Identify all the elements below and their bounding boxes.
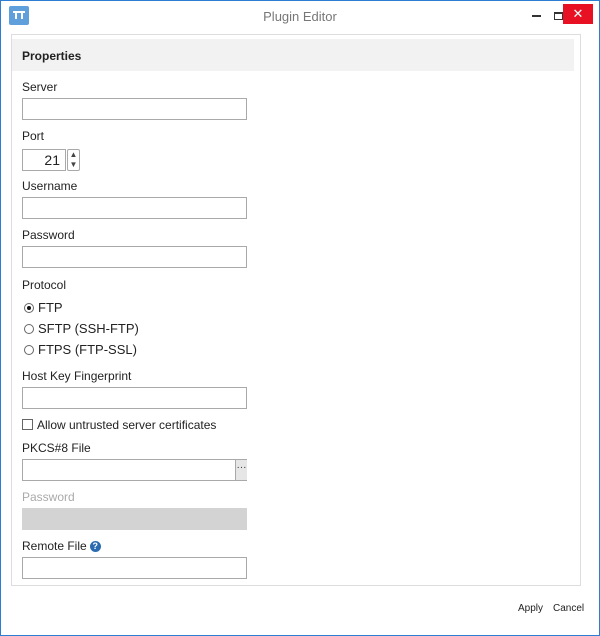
allow-untrusted-label: Allow untrusted server certificates bbox=[37, 418, 217, 432]
protocol-option-label: SFTP (SSH-FTP) bbox=[38, 321, 139, 336]
properties-panel: Properties Server Port 21 ▲ ▼ Username P… bbox=[11, 34, 581, 586]
host-key-label: Host Key Fingerprint bbox=[22, 369, 132, 383]
password-input[interactable] bbox=[22, 246, 247, 268]
radio-unchecked-icon[interactable] bbox=[24, 345, 34, 355]
protocol-label: Protocol bbox=[22, 278, 67, 292]
remote-file-label-row: Remote File? bbox=[22, 539, 101, 553]
pkcs8-label: PKCS#8 File bbox=[22, 441, 91, 455]
remote-file-label: Remote File bbox=[22, 539, 87, 553]
pkcs-password-label: Password bbox=[22, 490, 75, 504]
spin-down-icon[interactable]: ▼ bbox=[68, 160, 79, 170]
remote-file-input[interactable] bbox=[22, 557, 247, 579]
browse-button[interactable]: ··· bbox=[235, 460, 247, 480]
allow-untrusted-checkbox[interactable]: Allow untrusted server certificates bbox=[22, 418, 216, 432]
minimize-icon bbox=[531, 15, 541, 18]
server-label: Server bbox=[22, 80, 58, 94]
protocol-option-label: FTPS (FTP-SSL) bbox=[38, 342, 137, 357]
port-input[interactable]: 21 bbox=[22, 149, 66, 171]
pkcs-password-input bbox=[22, 508, 247, 530]
protocol-option-ftps[interactable]: FTPS (FTP-SSL) bbox=[24, 342, 137, 357]
help-icon[interactable]: ? bbox=[89, 541, 101, 552]
cancel-button[interactable]: Cancel bbox=[553, 603, 584, 614]
plugin-editor-window: Plugin Editor ✕ Properties Server Port 2… bbox=[0, 0, 600, 636]
close-button[interactable]: ✕ bbox=[563, 4, 593, 24]
password-label: Password bbox=[22, 228, 75, 242]
spin-up-icon[interactable]: ▲ bbox=[68, 150, 79, 160]
radio-unchecked-icon[interactable] bbox=[24, 324, 34, 334]
properties-header: Properties bbox=[12, 39, 574, 71]
port-label: Port bbox=[22, 129, 45, 143]
window-title: Plugin Editor bbox=[263, 9, 337, 24]
port-stepper: ▲ ▼ bbox=[67, 149, 80, 171]
title-bar: Plugin Editor ✕ bbox=[1, 1, 599, 31]
properties-title: Properties bbox=[22, 49, 82, 63]
pkcs8-input[interactable] bbox=[22, 459, 247, 481]
apply-button[interactable]: Apply bbox=[518, 603, 543, 614]
username-input[interactable] bbox=[22, 197, 247, 219]
host-key-input[interactable] bbox=[22, 387, 247, 409]
protocol-option-ftp[interactable]: FTP bbox=[24, 300, 63, 315]
username-label: Username bbox=[22, 179, 78, 193]
protocol-option-label: FTP bbox=[38, 300, 63, 315]
server-input[interactable] bbox=[22, 98, 247, 120]
checkbox-icon[interactable] bbox=[22, 419, 33, 430]
radio-checked-icon[interactable] bbox=[24, 303, 34, 313]
maximize-icon bbox=[553, 12, 563, 21]
protocol-option-sftp[interactable]: SFTP (SSH-FTP) bbox=[24, 321, 139, 336]
